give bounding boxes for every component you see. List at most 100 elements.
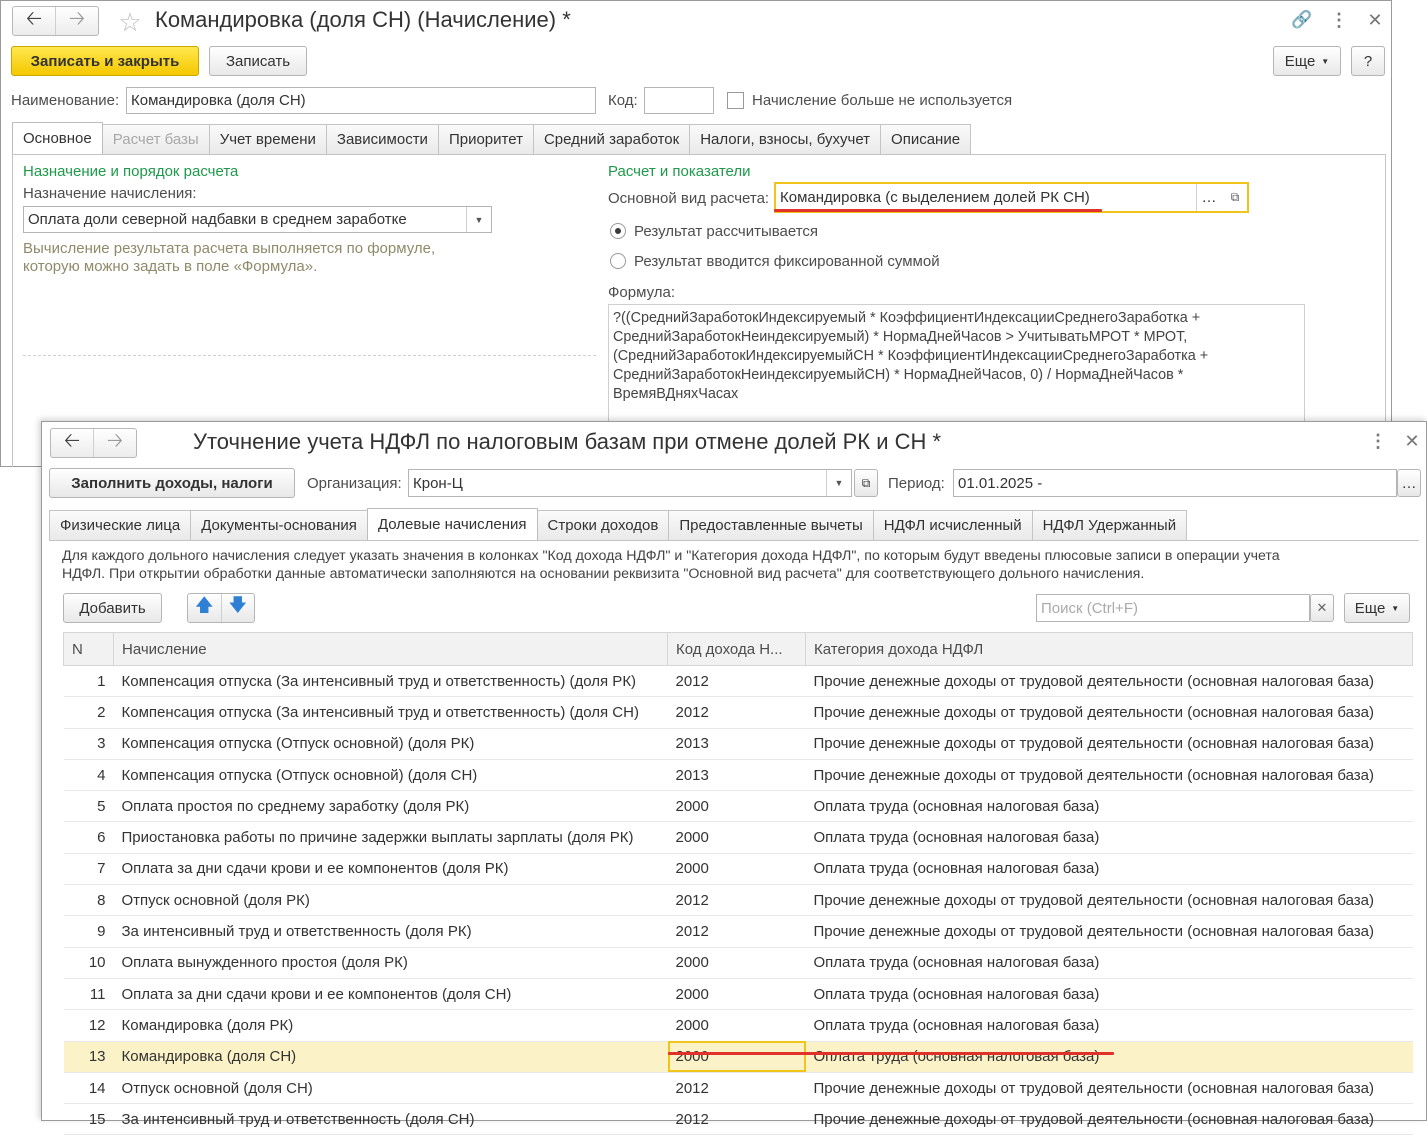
row-accrual[interactable]: Оплата простоя по среднему заработку (до… — [113, 790, 668, 823]
link-icon[interactable]: 🔗 — [1291, 9, 1313, 31]
radio-calculated[interactable] — [610, 223, 626, 239]
forward-arrow-icon[interactable]: 🡢 — [93, 429, 136, 457]
search-input[interactable]: Поиск (Ctrl+F) — [1036, 594, 1310, 622]
row-income-category[interactable]: Оплата труда (основная налоговая база) — [805, 853, 1413, 886]
table-row[interactable]: 2 Компенсация отпуска (За интенсивный тру… — [63, 696, 1413, 729]
table-row[interactable]: 6 Приостановка работы по причине задержки… — [63, 821, 1413, 854]
table-row[interactable]: 8 Отпуск основной (доля РК) 2012 Прочие ден… — [63, 884, 1413, 917]
table-row[interactable]: 9 За интенсивный труд и ответственность (… — [63, 915, 1413, 948]
tab-income-lines[interactable]: Строки доходов — [536, 510, 670, 540]
more-button[interactable]: Еще ▼ — [1344, 593, 1410, 623]
row-accrual[interactable]: Компенсация отпуска (Отпуск основной) (д… — [113, 728, 668, 760]
row-income-category[interactable]: Оплата труда (основная налоговая база) — [805, 978, 1413, 1011]
column-header-category[interactable]: Категория дохода НДФЛ — [805, 632, 1413, 666]
forward-arrow-icon[interactable]: 🡢 — [55, 7, 98, 35]
column-header-code[interactable]: Код дохода Н... — [667, 632, 806, 666]
row-number[interactable]: 4 — [63, 759, 114, 792]
tab-share-accruals[interactable]: Долевые начисления — [366, 508, 538, 540]
close-icon[interactable]: ✕ — [1365, 9, 1385, 31]
organization-field[interactable]: Крон-Ц ▼ — [408, 469, 852, 497]
period-field[interactable]: 01.01.2025 - — [953, 469, 1397, 497]
table-row[interactable]: 14 Отпуск основной (доля СН) 2012 Прочие де… — [63, 1072, 1413, 1105]
row-income-code[interactable]: 2012 — [667, 884, 806, 917]
row-income-category[interactable]: Прочие денежные доходы от трудовой деяте… — [805, 728, 1413, 760]
row-number[interactable]: 13 — [63, 1041, 114, 1073]
row-accrual[interactable]: За интенсивный труд и ответственность (д… — [113, 1103, 668, 1135]
arrow-up-icon[interactable]: 🡅 — [188, 594, 221, 622]
tab-time[interactable]: Учет времени — [208, 124, 327, 154]
fill-incomes-button[interactable]: Заполнить доходы, налоги — [49, 468, 295, 498]
row-income-code[interactable]: 2013 — [667, 728, 806, 760]
table-row[interactable]: 5 Оплата простоя по среднему заработку (д… — [63, 790, 1413, 823]
row-income-code[interactable]: 2000 — [667, 790, 806, 823]
save-button[interactable]: Записать — [209, 46, 307, 76]
table-row[interactable]: 1 Компенсация отпуска (За интенсивный тру… — [63, 665, 1413, 698]
ellipsis-icon[interactable]: … — [1397, 469, 1421, 497]
row-accrual[interactable]: Оплата за дни сдачи крови и ее компонент… — [113, 978, 668, 1011]
ellipsis-icon[interactable]: … — [1196, 184, 1221, 211]
table-row[interactable]: 12 Командировка (доля РК) 2000 Оплата труда… — [63, 1009, 1413, 1042]
row-income-category[interactable]: Прочие денежные доходы от трудовой деяте… — [805, 915, 1413, 948]
row-income-code[interactable]: 2000 — [667, 978, 806, 1011]
kebab-menu-icon[interactable]: ⋮ — [1368, 430, 1388, 452]
row-number[interactable]: 15 — [63, 1103, 114, 1135]
tab-base-calc[interactable]: Расчет базы — [101, 124, 210, 154]
row-number[interactable]: 14 — [63, 1072, 114, 1105]
row-accrual[interactable]: За интенсивный труд и ответственность (д… — [113, 915, 668, 948]
tab-ndfl-withheld[interactable]: НДФЛ Удержанный — [1031, 510, 1188, 540]
row-income-category[interactable]: Прочие денежные доходы от трудовой деяте… — [805, 696, 1413, 729]
back-arrow-icon[interactable]: 🡠 — [13, 7, 55, 35]
close-icon[interactable]: ✕ — [1402, 430, 1422, 452]
row-income-category[interactable]: Оплата труда (основная налоговая база) — [805, 947, 1413, 979]
row-number[interactable]: 5 — [63, 790, 114, 823]
row-accrual[interactable]: Оплата за дни сдачи крови и ее компонент… — [113, 853, 668, 886]
row-income-code[interactable]: 2013 — [667, 759, 806, 792]
more-button[interactable]: Еще ▼ — [1273, 46, 1341, 76]
row-income-code[interactable]: 2012 — [667, 1103, 806, 1135]
table-row[interactable]: 13 Командировка (доля СН) 2000 Оплата труда… — [63, 1041, 1413, 1073]
row-number[interactable]: 2 — [63, 696, 114, 729]
clear-search-icon[interactable]: ✕ — [1310, 594, 1334, 622]
tab-priority[interactable]: Приоритет — [437, 124, 534, 154]
row-accrual[interactable]: Командировка (доля РК) — [113, 1009, 668, 1042]
row-income-category[interactable]: Прочие денежные доходы от трудовой деяте… — [805, 665, 1413, 698]
row-income-category[interactable]: Оплата труда (основная налоговая база) — [805, 1009, 1413, 1042]
radio-fixed[interactable] — [610, 253, 626, 269]
row-income-category[interactable]: Оплата труда (основная налоговая база) — [805, 821, 1413, 854]
row-income-category[interactable]: Прочие денежные доходы от трудовой деяте… — [805, 759, 1413, 792]
column-header-accrual[interactable]: Начисление — [113, 632, 668, 666]
table-row[interactable]: 15 За интенсивный труд и ответственность … — [63, 1103, 1413, 1135]
purpose-select[interactable]: Оплата доли северной надбавки в среднем … — [23, 206, 492, 233]
tab-ndfl-calculated[interactable]: НДФЛ исчисленный — [872, 510, 1033, 540]
row-accrual[interactable]: Отпуск основной (доля РК) — [113, 884, 668, 917]
row-income-code[interactable]: 2000 — [667, 947, 806, 979]
row-number[interactable]: 3 — [63, 728, 114, 760]
table-row[interactable]: 10 Оплата вынужденного простоя (доля РК) 2… — [63, 947, 1413, 979]
row-income-code[interactable]: 2000 — [667, 821, 806, 854]
row-income-code[interactable]: 2012 — [667, 696, 806, 729]
table-row[interactable]: 3 Компенсация отпуска (Отпуск основной) (… — [63, 728, 1413, 760]
tab-main[interactable]: Основное — [12, 122, 103, 154]
tab-average-earnings[interactable]: Средний заработок — [532, 124, 691, 154]
row-income-category[interactable]: Прочие денежные доходы от трудовой деяте… — [805, 1072, 1413, 1105]
row-accrual[interactable]: Отпуск основной (доля СН) — [113, 1072, 668, 1105]
row-income-code[interactable]: 2000 — [667, 853, 806, 886]
row-number[interactable]: 6 — [63, 821, 114, 854]
tab-deductions[interactable]: Предоставленные вычеты — [668, 510, 874, 540]
row-number[interactable]: 7 — [63, 853, 114, 886]
tab-documents[interactable]: Документы-основания — [190, 510, 368, 540]
row-accrual[interactable]: Компенсация отпуска (Отпуск основной) (д… — [113, 759, 668, 792]
table-row[interactable]: 11 Оплата за дни сдачи крови и ее компоне… — [63, 978, 1413, 1011]
row-income-code[interactable]: 2000 — [667, 1009, 806, 1042]
row-number[interactable]: 11 — [63, 978, 114, 1011]
add-button[interactable]: Добавить — [63, 593, 162, 623]
back-arrow-icon[interactable]: 🡠 — [51, 429, 93, 457]
open-icon[interactable]: ⧉ — [854, 469, 878, 497]
tab-taxes[interactable]: Налоги, взносы, бухучет — [689, 124, 882, 154]
name-field[interactable]: Командировка (доля СН) — [126, 87, 596, 114]
row-income-code[interactable]: 2012 — [667, 665, 806, 698]
save-and-close-button[interactable]: Записать и закрыть — [11, 46, 199, 76]
column-header-n[interactable]: N — [63, 632, 114, 666]
row-income-code[interactable]: 2012 — [667, 1072, 806, 1105]
row-income-category[interactable]: Оплата труда (основная налоговая база) — [805, 1041, 1413, 1073]
